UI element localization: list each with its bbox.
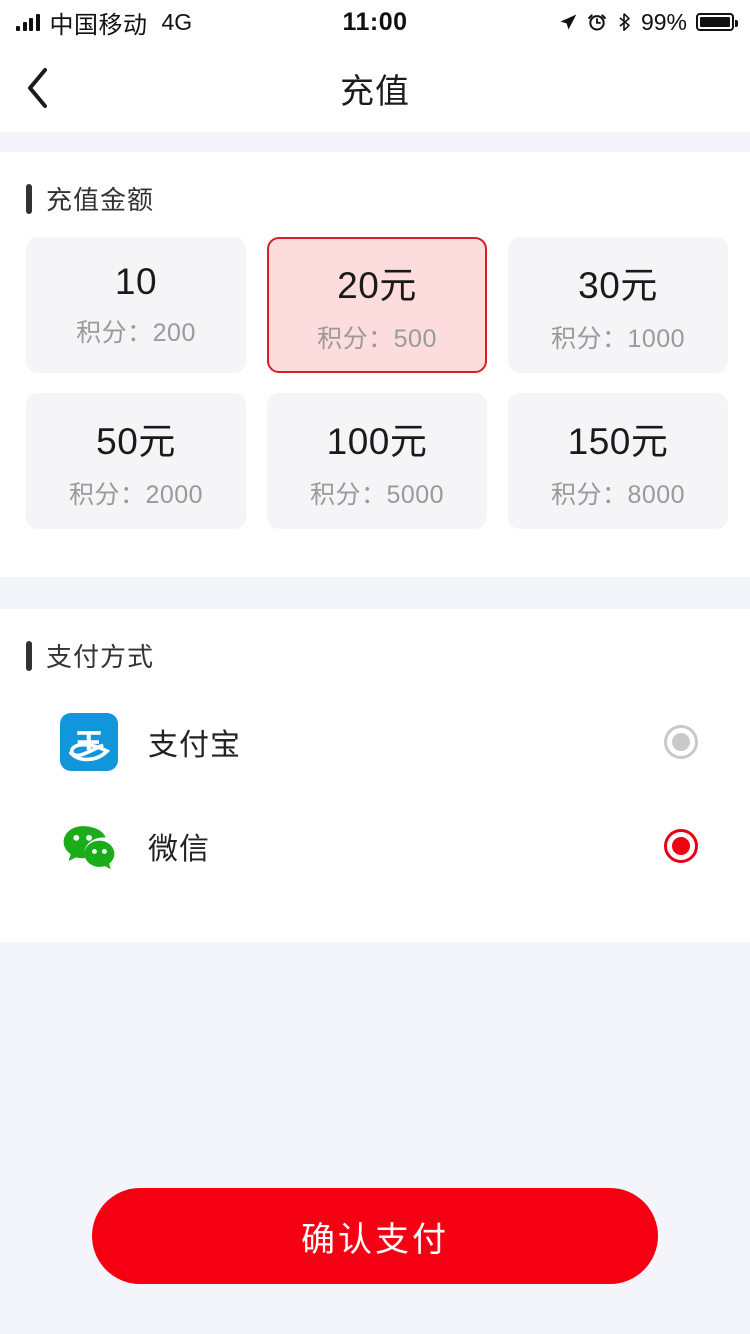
amount-value: 50元 <box>96 421 176 462</box>
recharge-screen: 中国移动 4G 11:00 99% 充值 充值金额 10 积分：200 20元 … <box>0 0 750 1334</box>
amount-option-50[interactable]: 50元 积分：2000 <box>26 393 246 529</box>
payment-section: 支付方式 支付宝 微信 <box>0 609 750 942</box>
payment-radio-wechat[interactable] <box>664 829 698 863</box>
battery-icon <box>696 13 738 31</box>
payment-radio-alipay[interactable] <box>664 725 698 759</box>
amount-points: 积分：5000 <box>309 481 445 509</box>
amount-points: 积分：8000 <box>550 481 686 509</box>
amount-option-100[interactable]: 100元 积分：5000 <box>267 393 487 529</box>
alipay-icon <box>60 713 118 771</box>
network-type: 4G <box>161 8 193 35</box>
payment-method-alipay[interactable]: 支付宝 <box>26 690 724 794</box>
amount-option-30[interactable]: 30元 积分：1000 <box>508 237 728 373</box>
payment-method-wechat[interactable]: 微信 <box>26 794 724 898</box>
nav-header: 充值 <box>0 44 750 132</box>
payment-method-label: 微信 <box>148 833 210 866</box>
payment-method-list: 支付宝 微信 <box>0 688 750 942</box>
amount-points: 积分：500 <box>317 325 437 353</box>
payment-section-title: 支付方式 <box>46 642 155 672</box>
amount-option-20[interactable]: 20元 积分：500 <box>267 237 487 373</box>
footer: 确认支付 <box>0 1188 750 1334</box>
payment-section-header: 支付方式 <box>0 609 750 688</box>
confirm-payment-button[interactable]: 确认支付 <box>92 1188 658 1284</box>
amount-points: 积分：200 <box>76 319 196 347</box>
status-bar-left: 中国移动 4G <box>16 5 192 40</box>
wechat-icon <box>63 826 115 870</box>
amount-section: 充值金额 10 积分：200 20元 积分：500 30元 积分：1000 50… <box>0 152 750 577</box>
amount-value: 30元 <box>578 265 658 306</box>
payment-method-label: 支付宝 <box>148 729 241 762</box>
alarm-clock-icon <box>588 14 606 31</box>
carrier-name: 中国移动 <box>49 11 148 39</box>
section-accent-bar <box>26 640 32 671</box>
amount-points: 积分：1000 <box>550 325 686 353</box>
status-bar: 中国移动 4G 11:00 99% <box>0 0 750 44</box>
location-arrow-icon <box>560 14 577 30</box>
amount-section-header: 充值金额 <box>0 152 750 231</box>
status-clock: 11:00 <box>342 7 408 36</box>
page-title: 充值 <box>340 72 410 111</box>
battery-percent: 99% <box>640 8 687 35</box>
amount-section-title: 充值金额 <box>46 185 155 215</box>
amount-points: 积分：2000 <box>68 481 204 509</box>
amount-value: 150元 <box>567 421 669 462</box>
amount-option-10[interactable]: 10 积分：200 <box>26 237 246 373</box>
section-accent-bar <box>26 183 32 214</box>
amount-value: 100元 <box>326 421 428 462</box>
bluetooth-icon <box>619 13 630 32</box>
amount-option-150[interactable]: 150元 积分：8000 <box>508 393 728 529</box>
section-gap-top <box>0 132 750 152</box>
content-spacer <box>0 942 750 1188</box>
amount-value: 10 <box>114 261 158 302</box>
status-bar-right: 99% <box>558 8 738 36</box>
section-gap-middle <box>0 577 750 609</box>
signal-bars-icon <box>16 13 40 31</box>
amount-value: 20元 <box>337 265 417 306</box>
amount-option-grid: 10 积分：200 20元 积分：500 30元 积分：1000 50元 积分：… <box>0 231 750 577</box>
